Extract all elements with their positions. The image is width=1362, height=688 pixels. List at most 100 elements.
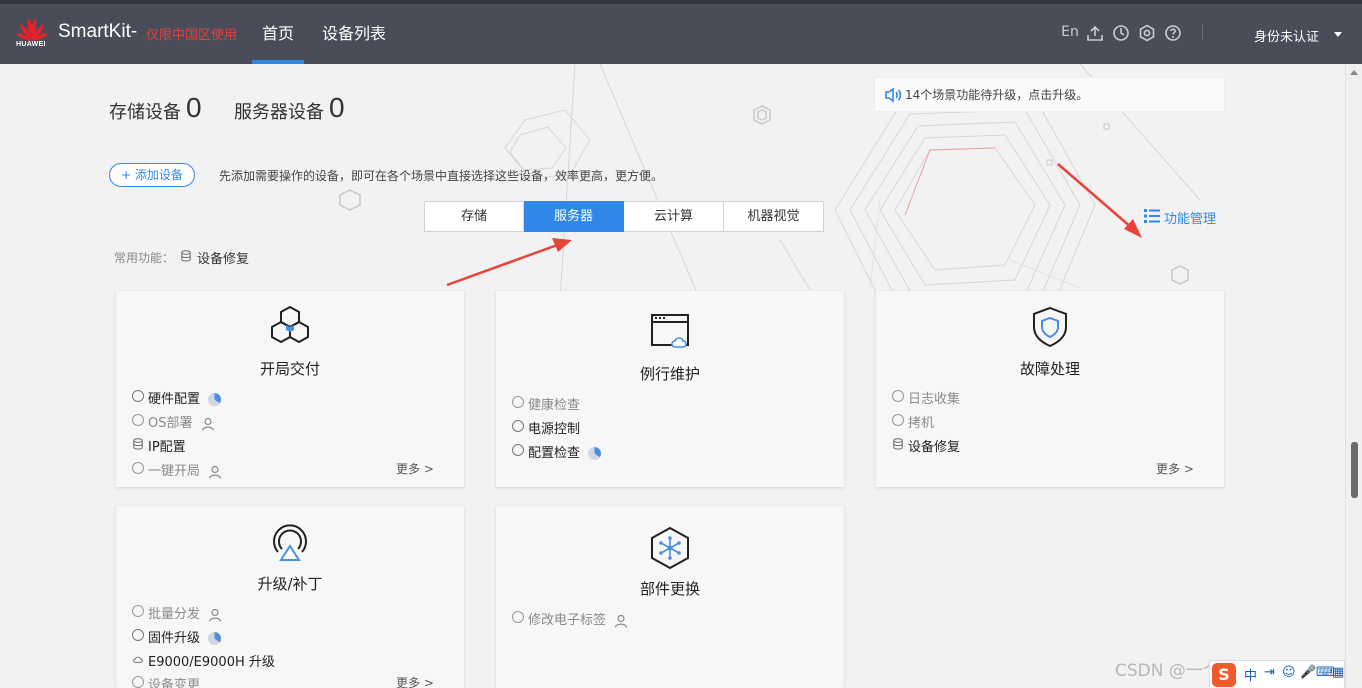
grid-icon[interactable]: ▦ bbox=[1332, 665, 1344, 680]
window-cloud-icon bbox=[651, 314, 689, 348]
radio-button[interactable] bbox=[512, 420, 524, 432]
hexagon-network-icon bbox=[651, 526, 689, 570]
item-os-deploy[interactable]: OS部署 bbox=[132, 412, 215, 431]
tab-storage[interactable]: 存储 bbox=[424, 201, 524, 232]
item-device-change[interactable]: 设备变更 bbox=[132, 674, 200, 688]
item-batch-distribute[interactable]: 批量分发 bbox=[132, 603, 222, 622]
item-one-click-start[interactable]: 一键开局 bbox=[132, 460, 222, 479]
add-device-hint: 先添加需要操作的设备，即可在各个场景中直接选择这些设备，效率更高，更方便。 bbox=[219, 169, 664, 183]
top-bar: HUAWEI SmartKit- 仅限中国区使用 首页 设备列表 En 身份未认… bbox=[0, 0, 1362, 64]
category-tabs: 存储 服务器 云计算 机器视觉 bbox=[424, 201, 824, 232]
upload-icon[interactable] bbox=[1086, 24, 1104, 42]
common-function-label: 设备修复 bbox=[197, 252, 250, 267]
item-label: 拷机 bbox=[908, 416, 935, 431]
cloud-icon bbox=[133, 656, 143, 663]
database-icon bbox=[893, 438, 903, 450]
gear-icon[interactable] bbox=[1138, 24, 1156, 42]
region-note: 仅限中国区使用 bbox=[146, 28, 238, 43]
radio-button[interactable] bbox=[132, 414, 144, 426]
speaker-icon bbox=[885, 87, 902, 103]
item-device-repair[interactable]: 设备修复 bbox=[892, 436, 960, 455]
user-icon bbox=[201, 417, 214, 431]
item-firmware-upgrade[interactable]: 固件升级 bbox=[132, 627, 222, 646]
radio-button[interactable] bbox=[512, 611, 524, 623]
radio-button[interactable] bbox=[132, 462, 144, 474]
item-label: 日志收集 bbox=[908, 392, 961, 407]
database-icon bbox=[133, 438, 143, 450]
item-log-collection[interactable]: 日志收集 bbox=[892, 388, 960, 407]
item-label: 电源控制 bbox=[528, 422, 581, 437]
storage-device-label: 存储设备 bbox=[109, 102, 181, 123]
card-routine-maintenance: 例行维护 健康检查 电源控制 配置检查 bbox=[496, 291, 844, 487]
storage-device-count[interactable]: 0 bbox=[186, 92, 202, 124]
radio-button[interactable] bbox=[132, 676, 144, 688]
item-config-check[interactable]: 配置检查 bbox=[512, 442, 602, 461]
function-management-link[interactable]: 功能管理 bbox=[1144, 208, 1216, 227]
scrollbar-thumb[interactable] bbox=[1351, 442, 1358, 498]
chevron-down-icon[interactable] bbox=[1334, 32, 1342, 37]
card-title: 例行维护 bbox=[639, 365, 700, 383]
item-label: IP配置 bbox=[148, 440, 186, 455]
tab-cloud-computing[interactable]: 云计算 bbox=[624, 201, 724, 232]
header-divider bbox=[1202, 24, 1203, 40]
card-title: 开局交付 bbox=[259, 360, 320, 378]
item-label: 设备修复 bbox=[908, 440, 961, 455]
item-e9000-upgrade[interactable]: E9000/E9000H 升级 bbox=[132, 651, 275, 670]
radio-button[interactable] bbox=[512, 444, 524, 456]
shield-icon bbox=[1033, 306, 1067, 348]
clock-icon[interactable] bbox=[1112, 24, 1130, 42]
logo-text: HUAWEI bbox=[16, 41, 46, 48]
user-status-menu[interactable]: 身份未认证 bbox=[1254, 26, 1319, 45]
item-modify-elabel[interactable]: 修改电子标签 bbox=[512, 609, 628, 628]
card-initial-delivery: 开局交付 硬件配置 OS部署 IP配置 一键开局 更多 > bbox=[116, 291, 464, 487]
vertical-scrollbar[interactable] bbox=[1345, 64, 1362, 688]
radio-button[interactable] bbox=[132, 605, 144, 617]
ime-toolbar[interactable]: S 中 ⇥ ☺ 🎤 ⌨ ▦ bbox=[1209, 660, 1345, 688]
emoji-icon[interactable]: ☺ bbox=[1282, 665, 1296, 680]
item-label: 硬件配置 bbox=[148, 392, 201, 407]
progress-pie-icon bbox=[588, 447, 602, 460]
item-hardware-config[interactable]: 硬件配置 bbox=[132, 388, 222, 407]
item-health-check[interactable]: 健康检查 bbox=[512, 394, 580, 413]
card-upgrade-patch: 升级/补丁 批量分发 固件升级 E9000/E9000H 升级 设备变更 更多 … bbox=[116, 506, 464, 688]
item-label: 设备变更 bbox=[148, 678, 201, 688]
radio-button[interactable] bbox=[132, 390, 144, 402]
upgrade-notice[interactable]: 14个场景功能待升级，点击升级。 bbox=[874, 77, 1225, 112]
radio-button[interactable] bbox=[132, 629, 144, 641]
radio-button[interactable] bbox=[512, 396, 524, 408]
punctuation-icon[interactable]: ⇥ bbox=[1264, 665, 1275, 680]
nav-home[interactable]: 首页 bbox=[251, 4, 305, 64]
item-label: 修改电子标签 bbox=[528, 613, 607, 628]
card-fault-handling: 故障处理 日志收集 拷机 设备修复 更多 > bbox=[876, 291, 1224, 487]
more-link[interactable]: 更多 > bbox=[396, 460, 434, 477]
item-burn-in[interactable]: 拷机 bbox=[892, 412, 934, 431]
common-function-device-repair[interactable]: 设备修复 bbox=[181, 248, 249, 267]
help-icon[interactable] bbox=[1164, 24, 1182, 42]
more-link[interactable]: 更多 > bbox=[396, 674, 434, 688]
microphone-icon[interactable]: 🎤 bbox=[1300, 665, 1316, 680]
add-device-button[interactable]: + 添加设备 bbox=[109, 163, 195, 187]
more-link[interactable]: 更多 > bbox=[1156, 460, 1194, 477]
database-icon bbox=[181, 250, 191, 262]
tab-server[interactable]: 服务器 bbox=[524, 201, 624, 232]
language-toggle[interactable]: En bbox=[1060, 23, 1080, 41]
ime-mode[interactable]: 中 bbox=[1244, 665, 1257, 684]
scroll-up-icon[interactable] bbox=[1350, 70, 1358, 75]
ime-logo-icon[interactable]: S bbox=[1212, 663, 1236, 687]
progress-pie-icon bbox=[208, 393, 222, 406]
user-icon bbox=[208, 608, 222, 622]
tab-machine-vision[interactable]: 机器视觉 bbox=[724, 201, 824, 232]
user-icon bbox=[208, 465, 222, 479]
item-power-control[interactable]: 电源控制 bbox=[512, 418, 580, 437]
card-title: 故障处理 bbox=[1019, 360, 1080, 378]
item-label: OS部署 bbox=[148, 416, 193, 431]
nav-device-list[interactable]: 设备列表 bbox=[322, 4, 386, 64]
common-functions-label: 常用功能： bbox=[114, 251, 175, 265]
item-label: 一键开局 bbox=[148, 464, 201, 479]
radio-button[interactable] bbox=[892, 390, 904, 402]
server-device-count[interactable]: 0 bbox=[329, 92, 345, 124]
card-title: 升级/补丁 bbox=[257, 575, 323, 593]
radio-button[interactable] bbox=[892, 414, 904, 426]
item-ip-config[interactable]: IP配置 bbox=[132, 436, 186, 455]
progress-pie-icon bbox=[208, 632, 222, 645]
